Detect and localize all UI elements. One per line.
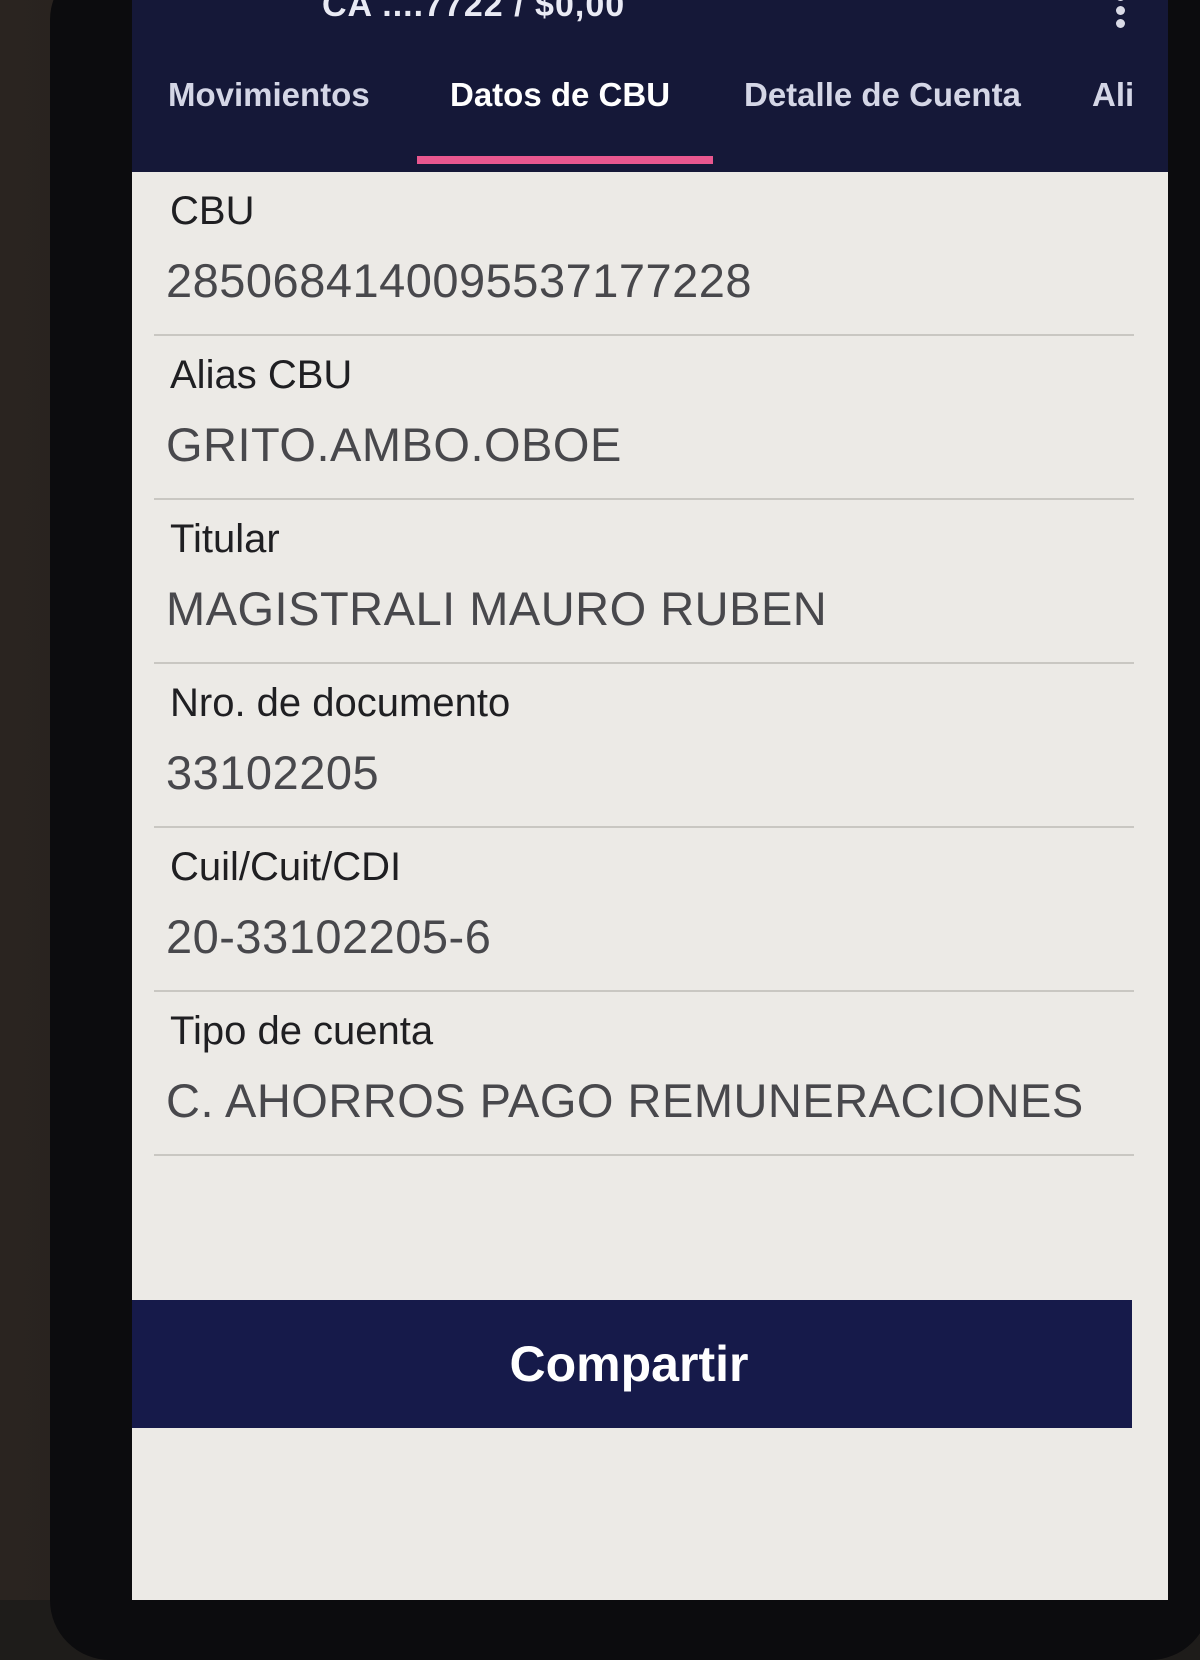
more-dot (1115, 5, 1125, 15)
cbu-value[interactable]: 2850684140095537177228 (154, 250, 1134, 312)
tipo-cuenta-value[interactable]: C. AHORROS PAGO REMUNERACIONES (154, 1070, 1134, 1132)
field-cbu: CBU 2850684140095537177228 (154, 172, 1134, 336)
more-dot (1115, 0, 1125, 1)
more-options-icon[interactable] (1114, 0, 1126, 28)
active-tab-indicator (417, 156, 713, 164)
field-label: CBU (170, 189, 255, 233)
titular-value[interactable]: MAGISTRALI MAURO RUBEN (154, 578, 1134, 640)
field-nro-documento: Nro. de documento 33102205 (154, 664, 1134, 828)
field-label: Tipo de cuenta (170, 1009, 434, 1053)
field-label: Cuil/Cuit/CDI (170, 845, 402, 889)
more-dot (1115, 19, 1125, 28)
field-label: Alias CBU (170, 353, 353, 397)
documento-value[interactable]: 33102205 (154, 742, 1134, 804)
tab-movimientos[interactable]: Movimientos (168, 76, 370, 114)
field-titular: Titular MAGISTRALI MAURO RUBEN (154, 500, 1134, 664)
app-bar: CA ....7722 / $0,00 Movimientos Datos de… (132, 0, 1168, 172)
field-tipo-de-cuenta: Tipo de cuenta C. AHORROS PAGO REMUNERAC… (154, 992, 1134, 1156)
app-screen: CA ....7722 / $0,00 Movimientos Datos de… (132, 0, 1168, 1600)
alias-value[interactable]: GRITO.AMBO.OBOE (154, 414, 1134, 476)
tab-detalle-de-cuenta[interactable]: Detalle de Cuenta (744, 76, 1021, 114)
tab-bar: Movimientos Datos de CBU Detalle de Cuen… (132, 60, 1168, 172)
cuil-value[interactable]: 20-33102205-6 (154, 906, 1134, 968)
tab-alias[interactable]: Ali (1092, 76, 1134, 114)
tab-datos-de-cbu[interactable]: Datos de CBU (450, 76, 670, 114)
field-alias-cbu: Alias CBU GRITO.AMBO.OBOE (154, 336, 1134, 500)
field-label: Titular (170, 517, 280, 561)
share-button[interactable]: Compartir (132, 1300, 1132, 1428)
field-label: Nro. de documento (170, 681, 511, 725)
account-title: CA ....7722 / $0,00 (322, 0, 626, 24)
cbu-details: CBU 2850684140095537177228 Alias CBU GRI… (132, 172, 1168, 1156)
field-cuil: Cuil/Cuit/CDI 20-33102205-6 (154, 828, 1134, 992)
